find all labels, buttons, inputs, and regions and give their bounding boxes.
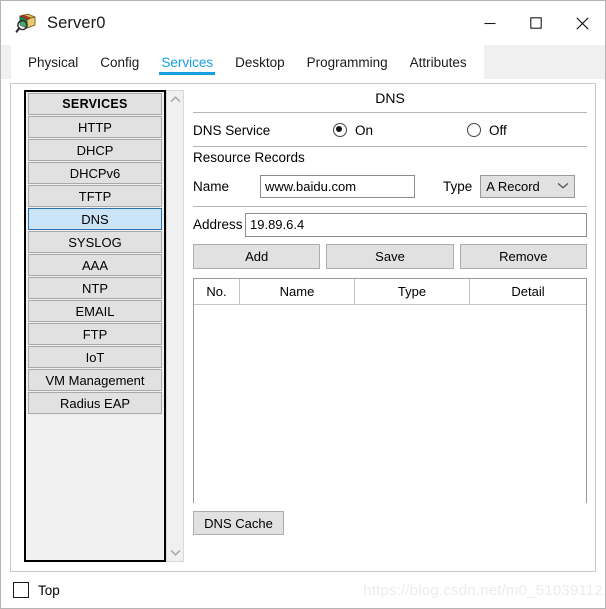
tab-programming-label: Programming [307,55,388,70]
sidebar-item-dhcpv6[interactable]: DHCPv6 [28,162,162,184]
divider-3 [193,206,587,207]
radio-off-icon[interactable] [467,123,481,137]
sidebar-item-aaa[interactable]: AAA [28,254,162,276]
type-label: Type [443,179,472,194]
record-action-buttons: Add Save Remove [193,244,587,269]
sidebar-item-dns[interactable]: DNS [28,208,162,230]
name-label: Name [193,179,260,194]
column-header-no: No. [194,279,240,304]
address-input[interactable]: 19.89.6.4 [245,213,587,237]
dns-service-off-option[interactable]: Off [467,123,507,138]
dns-cache-button[interactable]: DNS Cache [193,511,284,535]
dns-service-label: DNS Service [193,123,333,138]
divider-1 [193,112,587,113]
tab-attributes-label: Attributes [410,55,467,70]
server-configuration-window: Server0 Physical Config Services Desktop… [0,0,606,609]
sidebar-item-radius-eap[interactable]: Radius EAP [28,392,162,414]
type-dropdown[interactable]: A Record [480,175,575,198]
footer-bar: Top https://blog.csdn.net/m0_51039112 [1,572,605,608]
resource-records-table[interactable]: No. Name Type Detail [193,278,587,503]
remove-button[interactable]: Remove [460,244,587,269]
window-controls [467,1,605,45]
table-body[interactable] [194,305,586,503]
table-header-row: No. Name Type Detail [194,279,586,305]
dns-configuration: DNS DNS Service On Off Resource Records [193,84,587,571]
column-header-detail: Detail [470,279,586,304]
dns-service-on-option[interactable]: On [333,123,373,138]
services-list-header: SERVICES [28,93,162,115]
services-list: SERVICES HTTP DHCP DHCPv6 TFTP DNS SYSLO… [24,90,166,562]
record-address-row: Address 19.89.6.4 [193,212,587,237]
type-dropdown-value: A Record [486,179,539,194]
sidebar-item-tftp[interactable]: TFTP [28,185,162,207]
add-button[interactable]: Add [193,244,320,269]
top-checkbox[interactable] [13,582,29,598]
tab-services[interactable]: Services [150,45,224,79]
column-header-type: Type [355,279,470,304]
tab-config-label: Config [100,55,139,70]
services-panel: SERVICES HTTP DHCP DHCPv6 TFTP DNS SYSLO… [10,83,596,572]
maximize-button[interactable] [513,1,559,45]
tab-programming[interactable]: Programming [296,45,399,79]
tab-desktop-label: Desktop [235,55,285,70]
sidebar-item-ntp[interactable]: NTP [28,277,162,299]
scroll-down-icon[interactable] [167,544,183,561]
dns-service-row: DNS Service On Off [193,118,587,142]
divider-2 [193,146,587,147]
dns-service-on-label: On [355,123,373,138]
tab-attributes[interactable]: Attributes [399,45,478,79]
dns-service-off-label: Off [489,123,507,138]
watermark: https://blog.csdn.net/m0_51039112 [363,582,603,599]
sidebar-item-dhcp[interactable]: DHCP [28,139,162,161]
title-bar: Server0 [1,1,605,45]
minimize-button[interactable] [467,1,513,45]
sidebar-item-iot[interactable]: IoT [28,346,162,368]
sidebar-item-email[interactable]: EMAIL [28,300,162,322]
tab-strip: Physical Config Services Desktop Program… [11,45,484,79]
record-name-row: Name www.baidu.com Type A Record [193,174,587,198]
close-button[interactable] [559,1,605,45]
sidebar-item-syslog[interactable]: SYSLOG [28,231,162,253]
radio-on-icon[interactable] [333,123,347,137]
content-area: SERVICES HTTP DHCP DHCPv6 TFTP DNS SYSLO… [1,79,605,608]
dns-heading: DNS [193,90,587,106]
save-button[interactable]: Save [326,244,453,269]
resource-records-label: Resource Records [193,150,305,165]
sidebar-item-vm-management[interactable]: VM Management [28,369,162,391]
top-checkbox-label: Top [38,583,60,598]
window-title: Server0 [47,14,105,33]
column-header-name: Name [240,279,355,304]
services-list-scrollbar[interactable] [166,90,184,562]
tab-services-label: Services [161,55,213,70]
name-input[interactable]: www.baidu.com [260,175,415,198]
sidebar-item-ftp[interactable]: FTP [28,323,162,345]
scroll-up-icon[interactable] [167,91,183,108]
tab-physical-label: Physical [28,55,78,70]
address-label: Address [193,217,245,232]
sidebar-item-http[interactable]: HTTP [28,116,162,138]
tab-config[interactable]: Config [89,45,150,79]
tab-strip-background: Physical Config Services Desktop Program… [1,45,605,79]
tab-desktop[interactable]: Desktop [224,45,296,79]
server-package-magnifier-icon [15,12,37,34]
tab-physical[interactable]: Physical [17,45,89,79]
chevron-down-icon [557,180,569,192]
